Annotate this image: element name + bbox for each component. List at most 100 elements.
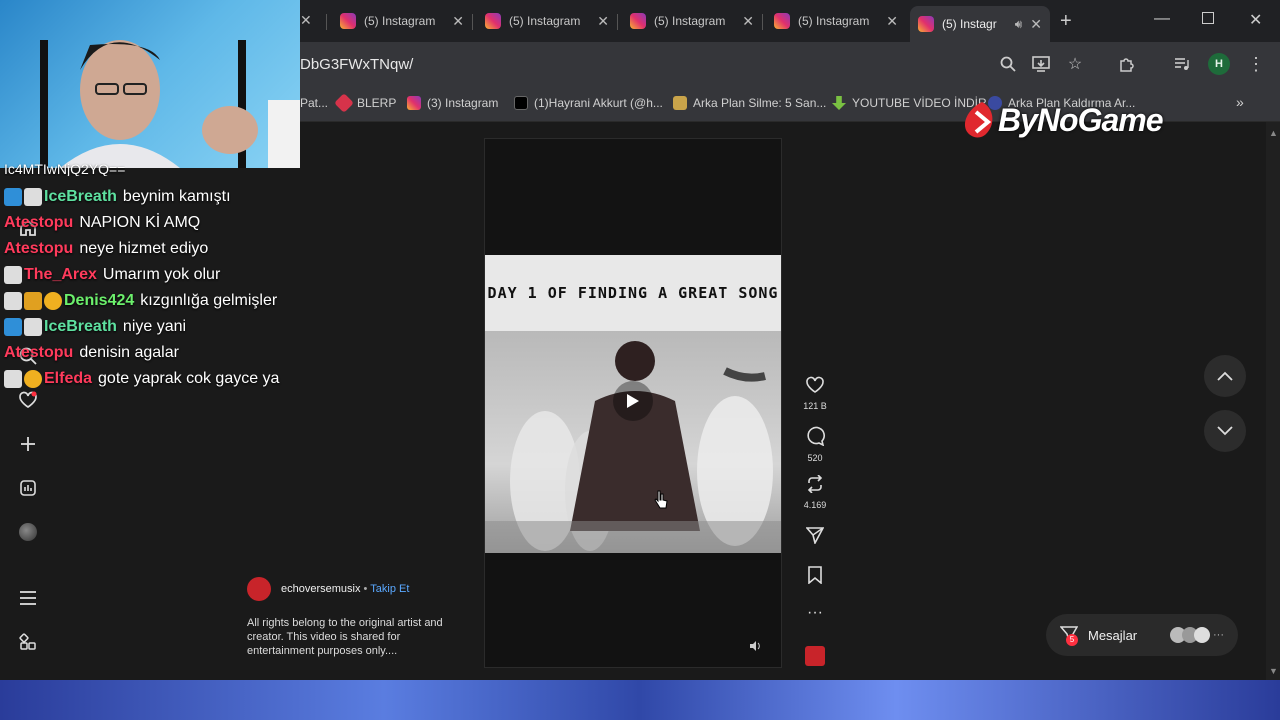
comment-icon (807, 426, 825, 447)
tab-title: (5) Instagram (798, 14, 870, 28)
blerp-icon (334, 93, 354, 113)
reposts-count: 4.169 (803, 500, 827, 510)
close-tab-icon[interactable]: ✕ (1030, 16, 1042, 33)
coin-badge-icon (24, 370, 42, 388)
repost-action[interactable]: 4.169 (800, 474, 830, 510)
notifications-heart-icon[interactable] (16, 388, 40, 412)
unread-badge: 5 (1066, 633, 1078, 646)
tab-instagram-2[interactable]: (5) Instagram ✕ (477, 6, 617, 36)
more-options-icon[interactable]: ··· (800, 604, 830, 622)
tab-instagram-4[interactable]: (5) Instagram ✕ (766, 6, 906, 36)
extensions-icon[interactable] (1115, 52, 1139, 76)
follow-button[interactable]: Takip Et (370, 583, 409, 595)
tab-title: (5) Instagram (364, 14, 436, 28)
video-letterbox-top (485, 139, 781, 255)
zoom-icon[interactable] (996, 52, 1020, 76)
instagram-icon (774, 13, 790, 29)
tab-instagram-1[interactable]: (5) Instagram ✕ (332, 6, 472, 36)
messenger-icon: 5 (1059, 625, 1079, 646)
bookmark-item[interactable]: (3) Instagram (407, 96, 498, 110)
bookmark-item[interactable]: (1)Hayrani Akkurt (@h... (514, 96, 663, 110)
close-tab-icon[interactable]: ✕ (452, 13, 464, 30)
video-letterbox-bottom (485, 553, 781, 667)
close-window-button[interactable]: ✕ (1249, 10, 1262, 30)
chat-message: Atestopu NAPION Kİ AMQ (4, 214, 201, 231)
avatar (1194, 627, 1210, 643)
bookmark-item[interactable]: Arka Plan Silme: 5 San... (673, 96, 826, 110)
bookmark-label: Pat... (300, 96, 329, 110)
bookmark-item[interactable]: BLERP (334, 93, 397, 113)
chat-message: IceBreath niye yani (4, 315, 186, 339)
audio-thumbnail-icon[interactable] (805, 646, 825, 666)
scroll-up-arrow-icon[interactable]: ▲ (1269, 128, 1278, 138)
close-tab-icon[interactable]: ✕ (742, 13, 754, 30)
chat-message: Atestopu denisin agalar (4, 344, 179, 361)
media-controls-icon[interactable] (1170, 52, 1194, 76)
profile-avatar-icon[interactable] (16, 520, 40, 544)
next-reel-button[interactable] (1204, 410, 1246, 452)
chat-message: The_Arex Umarım yok olur (4, 263, 220, 287)
install-app-icon[interactable] (1029, 52, 1053, 76)
account-avatar[interactable] (247, 577, 271, 601)
tab-title: (5) Instagram (509, 14, 581, 28)
play-button[interactable] (613, 381, 653, 421)
comments-count: 520 (807, 453, 823, 463)
maximize-window-button[interactable] (1202, 12, 1214, 24)
badge-icon (4, 318, 22, 336)
close-tab-icon[interactable]: ✕ (597, 13, 609, 30)
tab-instagram-3[interactable]: (5) Instagram ✕ (622, 6, 762, 36)
account-username[interactable]: echoversemusix (281, 583, 360, 595)
coin-badge-icon (44, 292, 62, 310)
recent-contacts: ··· (1170, 627, 1224, 643)
minimize-window-button[interactable]: — (1154, 10, 1170, 28)
bookmark-item[interactable]: Pat... (300, 96, 328, 110)
instagram-icon (630, 13, 646, 29)
volume-icon[interactable] (749, 639, 761, 657)
url-field[interactable]: DbG3FWxTNqw/ (300, 56, 413, 73)
bookmark-label: Arka Plan Silme: 5 San... (693, 96, 827, 110)
instagram-icon (340, 13, 356, 29)
more-bookmarks-icon[interactable]: » (1236, 94, 1244, 110)
instagram-icon (485, 13, 501, 29)
more-dots-icon: ··· (1213, 629, 1224, 641)
tiktok-icon (514, 96, 528, 110)
tab-title: (5) Instagr (942, 17, 997, 31)
save-bookmark-icon[interactable] (800, 566, 830, 589)
video-overlay-title: DAY 1 OF FINDING A GREAT SONG (487, 284, 779, 302)
dashboard-icon[interactable] (16, 476, 40, 500)
crown-badge-icon (24, 292, 42, 310)
badge-icon (24, 318, 42, 336)
new-tab-button[interactable]: + (1060, 10, 1072, 33)
scroll-down-arrow-icon[interactable]: ▼ (1269, 666, 1278, 676)
speaker-icon[interactable]: 🔊︎ (1015, 17, 1023, 32)
badge-icon (4, 188, 22, 206)
likes-count: 121 B (803, 401, 827, 411)
messages-label: Mesajlar (1088, 627, 1138, 643)
chrome-menu-icon[interactable]: ⋮ (1244, 52, 1268, 76)
bynogame-logo: ByNoGame (962, 98, 1182, 144)
menu-hamburger-icon[interactable] (16, 586, 40, 610)
download-arrow-icon (832, 96, 846, 110)
page-scrollbar[interactable]: ▲ ▼ (1266, 122, 1280, 680)
previous-reel-button[interactable] (1204, 355, 1246, 397)
tab-instagram-active[interactable]: (5) Instagr 🔊︎ ✕ (910, 6, 1050, 42)
heart-icon (806, 376, 824, 393)
tab-title: (5) Instagram (654, 14, 726, 28)
bookmark-star-icon[interactable]: ☆ (1063, 52, 1087, 76)
bookmark-label: BLERP (357, 96, 397, 110)
post-caption: All rights belong to the original artist… (247, 617, 443, 657)
badge-icon (24, 188, 42, 206)
reel-video-player[interactable]: DAY 1 OF FINDING A GREAT SONG (484, 138, 782, 668)
share-icon[interactable] (800, 526, 830, 549)
badge-icon (4, 266, 22, 284)
video-caption-band: DAY 1 OF FINDING A GREAT SONG (485, 255, 781, 331)
badge-icon (4, 370, 22, 388)
profile-avatar[interactable]: H (1208, 53, 1230, 75)
messages-button[interactable]: 5 Mesajlar ··· (1046, 614, 1238, 656)
close-tab-icon[interactable]: ✕ (300, 12, 312, 29)
create-plus-icon[interactable] (16, 432, 40, 456)
comment-action[interactable]: 520 (800, 426, 830, 463)
close-tab-icon[interactable]: ✕ (886, 13, 898, 30)
like-action[interactable]: 121 B (800, 376, 830, 411)
threads-apps-icon[interactable] (16, 630, 40, 654)
